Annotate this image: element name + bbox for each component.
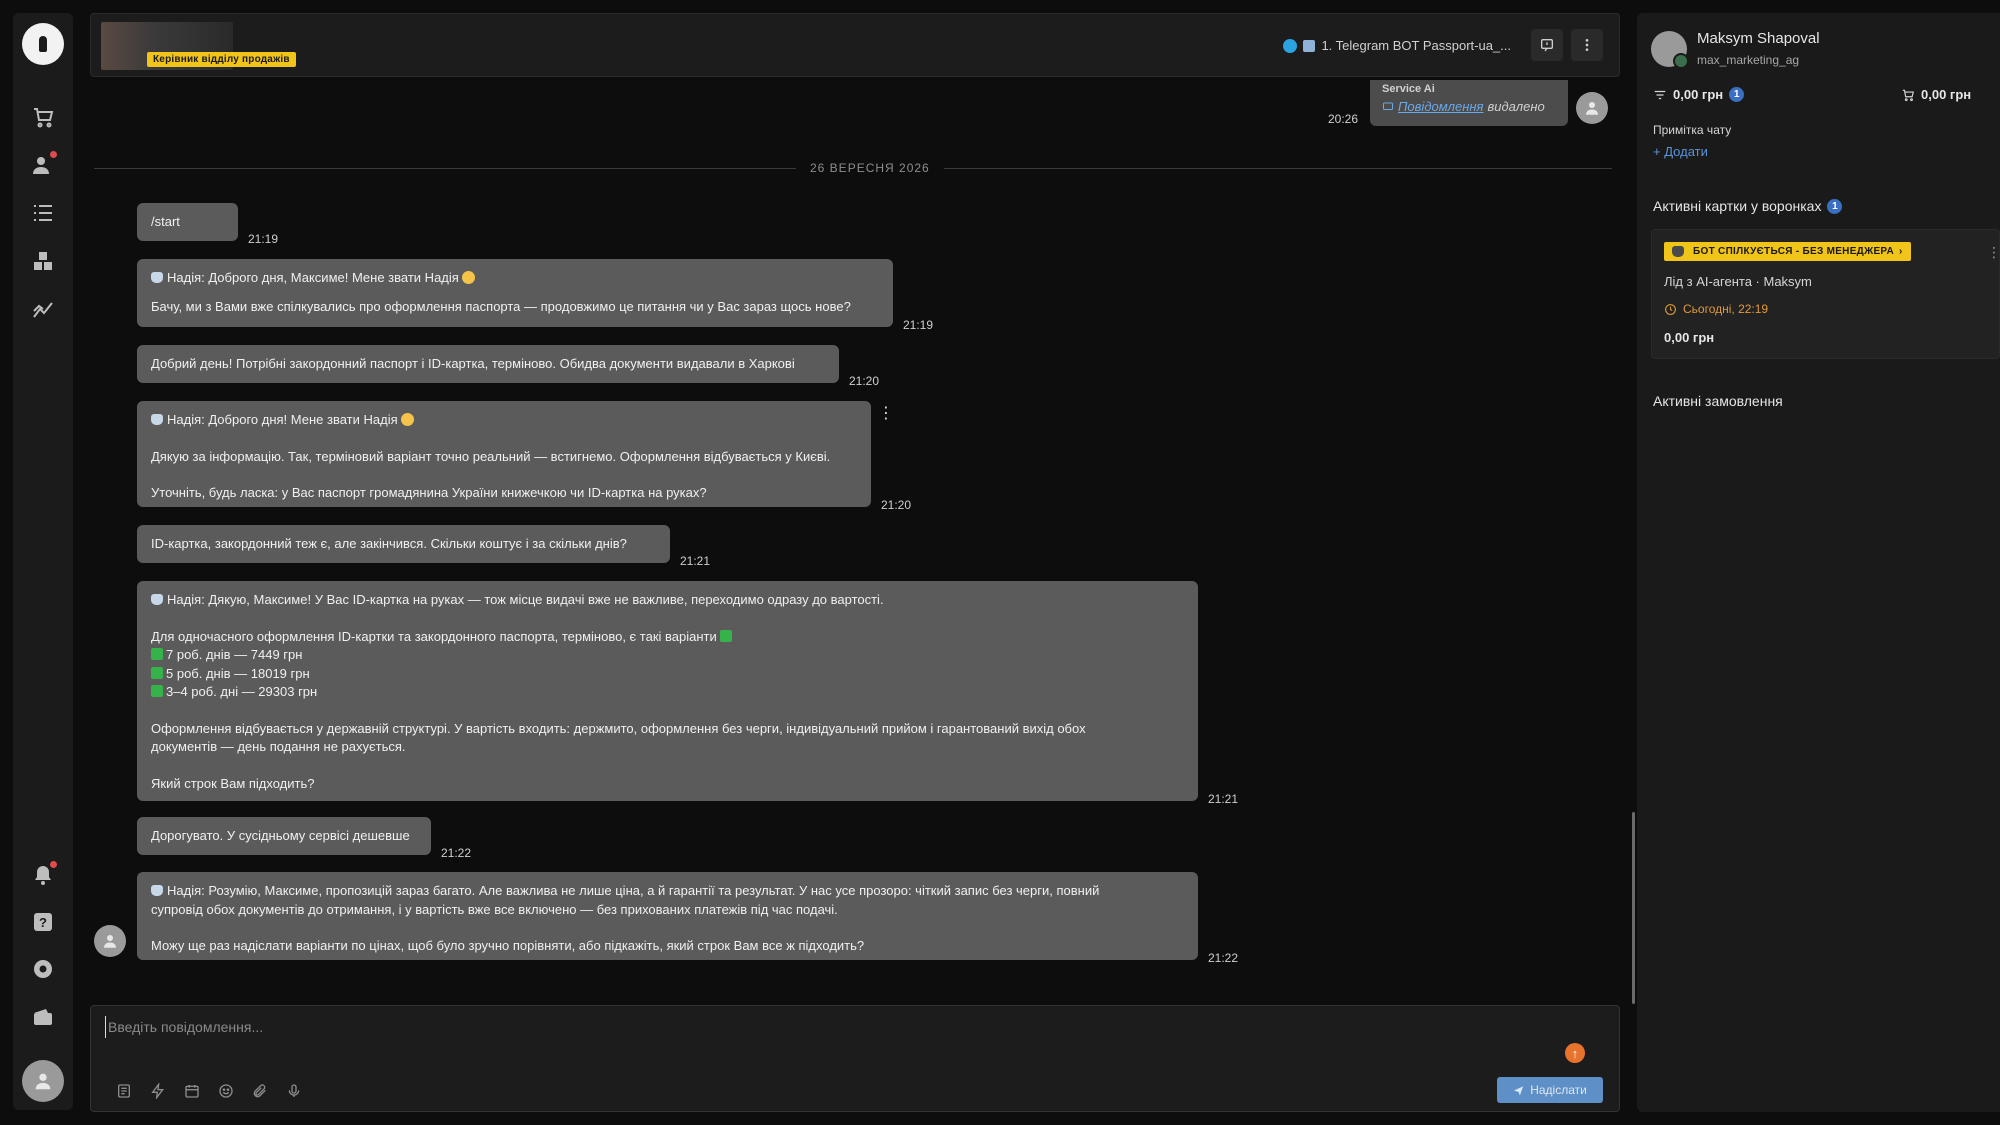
bot-message[interactable]: Надія: Дякую, Максиме! У Вас ID-картка н… xyxy=(137,581,1198,801)
tasks-icon[interactable] xyxy=(31,201,55,225)
bot-message[interactable]: Надія: Розумію, Максиме, пропозицій зара… xyxy=(137,872,1198,960)
current-user-avatar[interactable] xyxy=(22,1060,64,1102)
bot-icon xyxy=(1672,246,1684,257)
message-time: 21:22 xyxy=(1208,951,1239,965)
deleted-status: видалено xyxy=(1487,99,1545,114)
channel-name: 1. Telegram BOT Passport-ua_... xyxy=(1321,38,1511,53)
help-icon[interactable]: ? xyxy=(31,910,55,934)
app-logo[interactable] xyxy=(22,23,64,65)
message-composer: ↑ Надіслати xyxy=(90,1005,1620,1112)
message-time: 21:21 xyxy=(1208,792,1239,806)
smile-emoji-icon xyxy=(401,413,415,426)
contact-panel: Maksym Shapoval max_marketing_ag 0,00 гр… xyxy=(1637,13,2000,1112)
chevron-right-icon: › xyxy=(1899,246,1903,257)
funnels-title: Активні картки у воронках 1 xyxy=(1653,198,1843,214)
contact-avatar xyxy=(94,925,126,957)
chat-info-button[interactable] xyxy=(1531,29,1563,61)
green-square-icon xyxy=(720,629,733,642)
chat-note-label: Примітка чату xyxy=(1653,123,1732,137)
chat-messages[interactable]: 20:26 Service Ai Повідомлення видалено 2… xyxy=(90,80,1620,1000)
cart-icon xyxy=(1902,89,1914,101)
count-badge: 1 xyxy=(1827,198,1843,214)
contact-avatar[interactable] xyxy=(1651,31,1689,69)
card-date: Сьогодні, 22:19 xyxy=(1664,302,1768,316)
bot-message[interactable]: Надія: Доброго дня, Максиме! Мене звати … xyxy=(137,259,893,327)
card-title: Лід з AI-агента · Maksym xyxy=(1664,274,1812,289)
user-message[interactable]: ID-картка, закордонний теж є, але закінч… xyxy=(137,525,670,563)
agent-avatar xyxy=(1576,92,1608,124)
count-badge: 1 xyxy=(1729,87,1745,102)
bot-icon xyxy=(151,414,163,425)
microphone-icon[interactable] xyxy=(285,1082,303,1100)
message-input[interactable] xyxy=(105,1016,1505,1038)
message-time: 21:20 xyxy=(849,374,880,388)
message-time: 21:21 xyxy=(680,554,711,568)
send-button[interactable]: Надіслати xyxy=(1497,1077,1603,1103)
bot-icon xyxy=(151,594,163,605)
funnel-card[interactable]: БОТ СПІЛКУЄТЬСЯ - БЕЗ МЕНЕДЖЕРА › Лід з … xyxy=(1651,229,2000,359)
card-sum: 0,00 грн xyxy=(1664,330,1715,345)
template-icon[interactable] xyxy=(115,1082,133,1100)
user-message[interactable]: Добрий день! Потрібні закордонний паспор… xyxy=(137,345,839,383)
contact-name[interactable]: Maksym Shapoval xyxy=(1697,30,1820,47)
balance-summary[interactable]: 0,00 грн 1 xyxy=(1653,87,1745,102)
green-square-icon xyxy=(151,648,163,660)
bot-message[interactable]: Надія: Доброго дня! Мене звати Надія Дяк… xyxy=(137,401,871,507)
deleted-message-link[interactable]: Повідомлення xyxy=(1398,99,1483,114)
message-time: 20:26 xyxy=(1328,112,1359,126)
emoji-icon[interactable] xyxy=(217,1082,235,1100)
cart-icon[interactable] xyxy=(31,105,55,129)
wallet-icon[interactable] xyxy=(31,1005,55,1029)
message-icon xyxy=(1383,102,1393,110)
lightning-icon[interactable] xyxy=(149,1082,167,1100)
contacts-icon[interactable] xyxy=(31,151,57,177)
cart-summary[interactable]: 0,00 грн xyxy=(1901,87,1971,102)
service-sender: Service Ai xyxy=(1382,83,1435,95)
settings-gear-icon[interactable] xyxy=(31,957,55,981)
chat-scrollbar[interactable] xyxy=(1632,812,1635,1004)
add-note-button[interactable]: + Додати xyxy=(1653,144,1708,159)
orders-title: Активні замовлення xyxy=(1653,393,1783,409)
user-message[interactable]: Дорогувато. У сусідньому сервісі дешевше xyxy=(137,817,431,855)
message-time: 21:22 xyxy=(441,846,472,860)
warehouse-icon[interactable] xyxy=(31,249,55,273)
date-divider: 26 ВЕРЕСНЯ 2026 xyxy=(796,161,944,175)
contact-handle: max_marketing_ag xyxy=(1697,53,1800,67)
bot-icon xyxy=(151,272,163,283)
analytics-icon[interactable] xyxy=(31,297,55,321)
message-menu-icon[interactable]: ⋮ xyxy=(878,406,894,422)
channel-selector[interactable]: 1. Telegram BOT Passport-ua_... xyxy=(1283,38,1511,53)
priority-up-icon[interactable]: ↑ xyxy=(1565,1043,1585,1063)
send-icon xyxy=(1514,1085,1524,1096)
calendar-icon[interactable] xyxy=(183,1082,201,1100)
external-link-icon xyxy=(1303,39,1316,52)
telegram-icon xyxy=(1283,38,1298,53)
svg-text:?: ? xyxy=(39,915,47,930)
message-time: 21:19 xyxy=(903,318,934,332)
notifications-bell-icon[interactable] xyxy=(31,861,57,887)
kebab-menu-icon xyxy=(1585,39,1589,51)
user-message[interactable]: /start xyxy=(137,203,238,241)
card-menu-icon[interactable]: ⋮ xyxy=(1987,244,2000,261)
bot-icon xyxy=(151,885,163,896)
left-sidebar: ? xyxy=(13,13,73,1110)
attachment-icon[interactable] xyxy=(251,1082,269,1100)
more-options-button[interactable] xyxy=(1571,29,1603,61)
smile-emoji-icon xyxy=(462,271,476,284)
service-message: Service Ai Повідомлення видалено xyxy=(1370,80,1568,126)
role-badge: Керівник відділу продажів xyxy=(147,52,296,67)
message-info-icon xyxy=(1541,39,1553,52)
clock-icon xyxy=(1665,303,1676,315)
chat-header: Керівник відділу продажів 1. Telegram BO… xyxy=(90,13,1620,77)
message-time: 21:19 xyxy=(248,232,279,246)
funnel-stage-badge[interactable]: БОТ СПІЛКУЄТЬСЯ - БЕЗ МЕНЕДЖЕРА › xyxy=(1664,242,1911,261)
filter-icon xyxy=(1654,90,1666,99)
green-square-icon xyxy=(151,685,163,697)
green-square-icon xyxy=(151,666,163,679)
message-time: 21:20 xyxy=(881,498,912,512)
